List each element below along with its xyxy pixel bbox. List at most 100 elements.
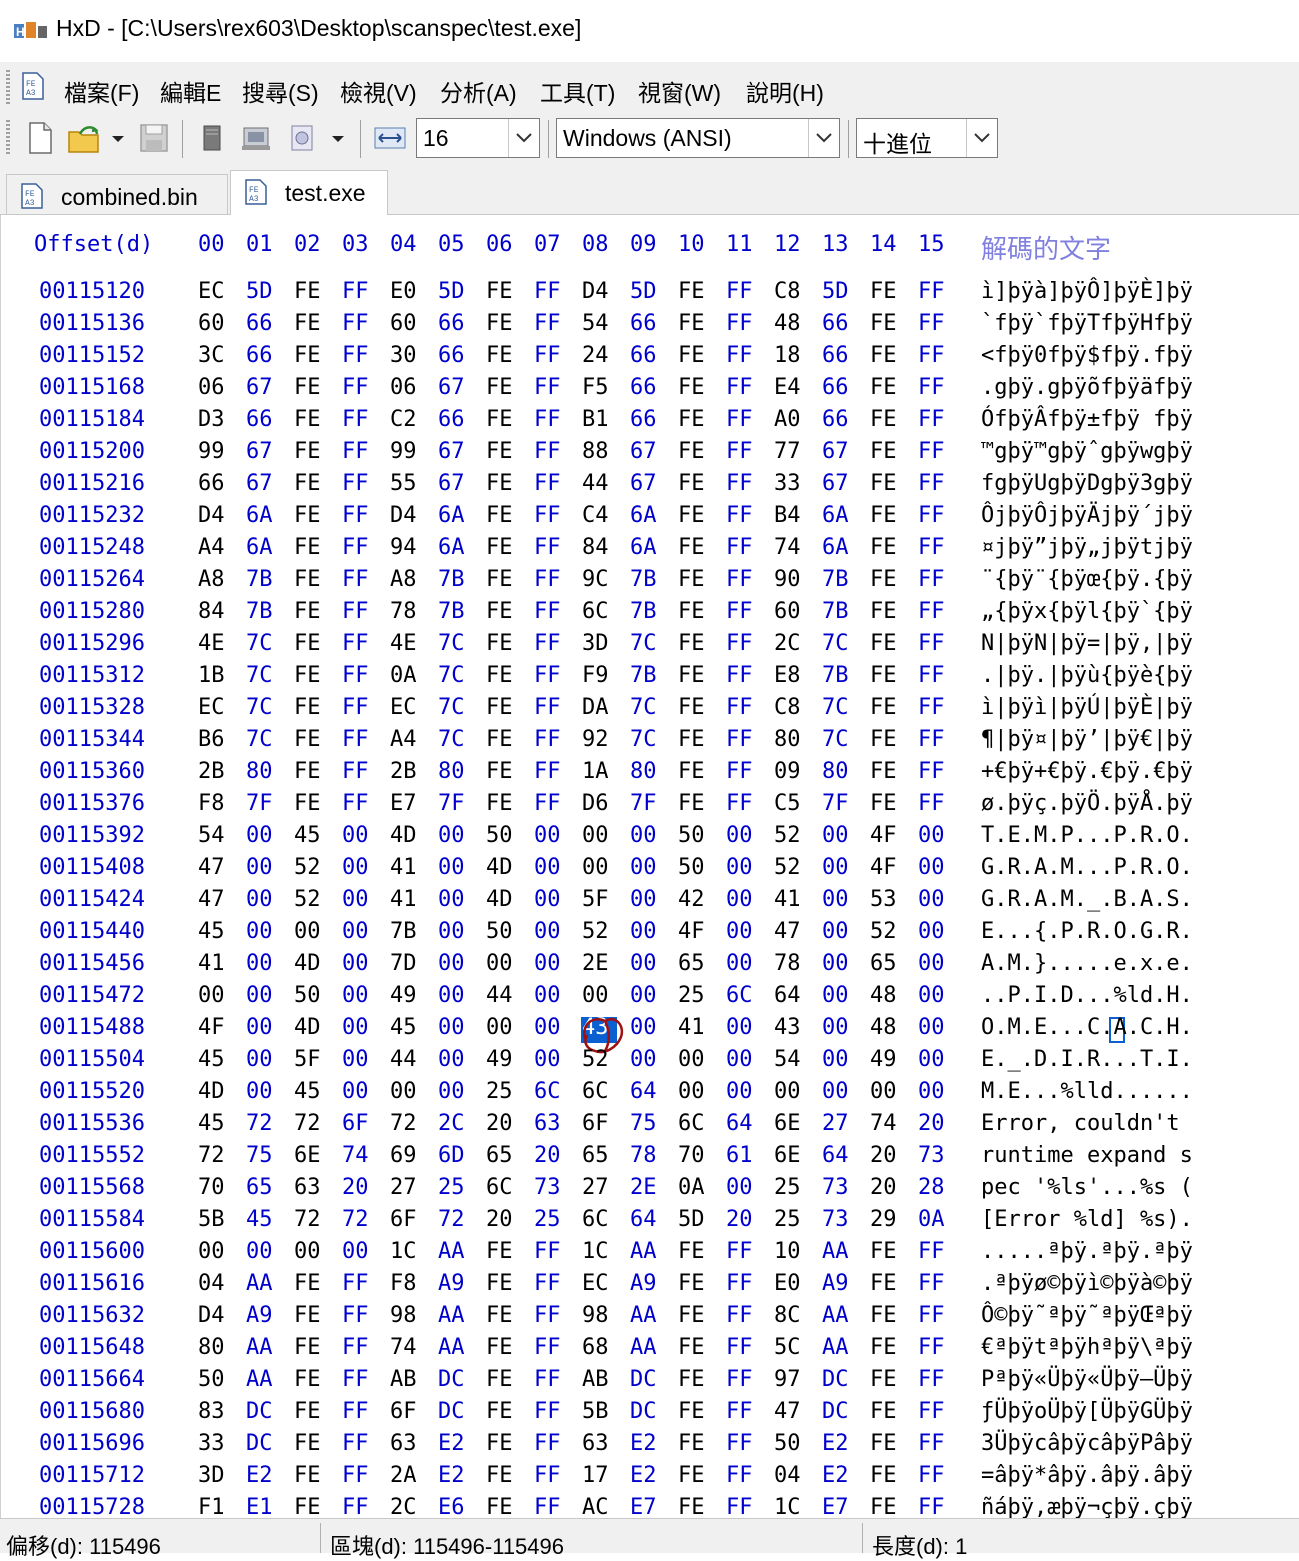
disk-editor-icon[interactable] — [284, 120, 320, 156]
hex-byte[interactable]: 4F — [870, 823, 897, 848]
hex-byte[interactable]: 4E — [390, 631, 417, 656]
hex-byte[interactable]: 67 — [438, 439, 465, 464]
open-dropdown-chevron-icon[interactable] — [106, 120, 130, 156]
hex-byte[interactable]: FF — [726, 407, 753, 432]
hex-byte[interactable]: FE — [294, 759, 321, 784]
hex-byte[interactable]: FF — [918, 631, 945, 656]
hex-byte[interactable]: 84 — [582, 535, 609, 560]
hex-byte[interactable]: 47 — [198, 887, 225, 912]
hex-byte[interactable]: FF — [726, 1463, 753, 1488]
hex-byte[interactable]: FF — [342, 759, 369, 784]
hex-byte[interactable]: FE — [486, 279, 513, 304]
row-decoded-text[interactable]: fgþÿUgþÿDgþÿ3gþÿ — [981, 471, 1193, 496]
tab-combined-bin[interactable]: FE A3 combined.bin — [6, 174, 228, 214]
hex-byte[interactable]: FF — [918, 695, 945, 720]
hex-byte[interactable]: FE — [294, 279, 321, 304]
hex-byte[interactable]: FF — [918, 1239, 945, 1264]
hex-byte[interactable]: 00 — [342, 1079, 369, 1104]
hex-byte[interactable]: 00 — [726, 1047, 753, 1072]
hex-byte[interactable]: 00 — [342, 1015, 369, 1040]
hex-byte[interactable]: 25 — [678, 983, 705, 1008]
hex-byte[interactable]: FF — [918, 727, 945, 752]
hex-byte[interactable]: 06 — [198, 375, 225, 400]
hex-byte[interactable]: 44 — [582, 471, 609, 496]
hex-byte[interactable]: 6F — [390, 1399, 417, 1424]
menu-tools[interactable]: 工具(T) — [540, 74, 615, 108]
hex-byte[interactable]: 00 — [726, 855, 753, 880]
hex-byte[interactable]: FE — [486, 663, 513, 688]
hex-byte[interactable]: 52 — [582, 919, 609, 944]
hex-byte[interactable]: 69 — [390, 1143, 417, 1168]
hex-byte[interactable]: 80 — [822, 759, 849, 784]
hex-byte[interactable]: 00 — [630, 1015, 657, 1040]
hex-byte[interactable]: FF — [918, 503, 945, 528]
hex-byte[interactable]: 6C — [582, 599, 609, 624]
hex-byte[interactable]: 67 — [822, 439, 849, 464]
hex-byte[interactable]: F8 — [198, 791, 225, 816]
hex-byte[interactable]: 00 — [438, 1047, 465, 1072]
hex-byte[interactable]: E2 — [630, 1463, 657, 1488]
hex-byte[interactable]: 5B — [198, 1207, 225, 1232]
charset-dropdown[interactable] — [808, 119, 839, 157]
hex-byte[interactable]: 7C — [630, 695, 657, 720]
menu-file[interactable]: 檔案(F) — [64, 74, 139, 108]
hex-byte[interactable]: FF — [534, 1303, 561, 1328]
hex-byte[interactable]: 04 — [198, 1271, 225, 1296]
hex-byte[interactable]: 54 — [582, 311, 609, 336]
hex-byte[interactable]: FF — [342, 535, 369, 560]
hex-byte[interactable]: 72 — [294, 1111, 321, 1136]
hex-byte[interactable]: 72 — [390, 1111, 417, 1136]
hex-byte[interactable]: 00 — [918, 1015, 945, 1040]
hex-byte[interactable]: 63 — [582, 1431, 609, 1456]
hex-byte[interactable]: 27 — [822, 1111, 849, 1136]
hex-byte[interactable]: EC — [390, 695, 417, 720]
hex-byte[interactable]: DC — [438, 1367, 465, 1392]
hex-byte[interactable]: 6C — [726, 983, 753, 1008]
hex-byte[interactable]: FE — [294, 375, 321, 400]
hex-byte[interactable]: 00 — [486, 1015, 513, 1040]
hex-byte[interactable]: 66 — [246, 407, 273, 432]
hex-byte[interactable]: 00 — [294, 1239, 321, 1264]
row-decoded-text[interactable]: M.E...%lld...... — [981, 1079, 1193, 1104]
hex-byte[interactable]: 65 — [870, 951, 897, 976]
save-icon[interactable] — [136, 120, 172, 156]
hex-byte[interactable]: 04 — [774, 1463, 801, 1488]
hex-byte[interactable]: EC — [198, 695, 225, 720]
hex-byte[interactable]: E0 — [390, 279, 417, 304]
hex-byte[interactable]: 70 — [678, 1143, 705, 1168]
hex-byte[interactable]: 64 — [630, 1079, 657, 1104]
hex-byte[interactable]: E7 — [630, 1495, 657, 1518]
hex-byte[interactable]: FF — [726, 1495, 753, 1518]
hex-byte[interactable]: AC — [582, 1495, 609, 1518]
hex-byte[interactable]: FF — [342, 503, 369, 528]
hex-byte[interactable]: FF — [342, 727, 369, 752]
hex-byte[interactable]: 64 — [822, 1143, 849, 1168]
hex-byte[interactable]: 66 — [630, 375, 657, 400]
hex-byte[interactable]: 00 — [774, 1079, 801, 1104]
hex-byte[interactable]: E7 — [822, 1495, 849, 1518]
hex-byte[interactable]: 73 — [534, 1175, 561, 1200]
hex-byte[interactable]: 1C — [582, 1239, 609, 1264]
hex-byte[interactable]: D4 — [198, 503, 225, 528]
hex-byte[interactable]: FF — [726, 1431, 753, 1456]
hex-byte[interactable]: FE — [678, 1431, 705, 1456]
hex-byte[interactable]: 67 — [822, 471, 849, 496]
hex-byte[interactable]: 7B — [438, 567, 465, 592]
hex-byte[interactable]: A8 — [390, 567, 417, 592]
hex-byte[interactable]: FF — [534, 279, 561, 304]
hex-byte[interactable]: FF — [726, 471, 753, 496]
hex-byte[interactable]: FF — [918, 567, 945, 592]
hex-byte[interactable]: 73 — [822, 1175, 849, 1200]
hex-byte[interactable]: FF — [918, 375, 945, 400]
hex-byte[interactable]: 49 — [390, 983, 417, 1008]
hex-byte[interactable]: FE — [294, 791, 321, 816]
hex-byte[interactable]: FF — [534, 343, 561, 368]
hex-byte[interactable]: 00 — [870, 1079, 897, 1104]
hex-byte[interactable]: FE — [870, 1463, 897, 1488]
hex-byte[interactable]: FE — [870, 439, 897, 464]
hex-byte[interactable]: 00 — [438, 983, 465, 1008]
hex-byte[interactable]: FE — [678, 567, 705, 592]
hex-byte[interactable]: 5D — [246, 279, 273, 304]
hex-byte[interactable]: E6 — [438, 1495, 465, 1518]
hex-byte[interactable]: FE — [294, 1495, 321, 1518]
